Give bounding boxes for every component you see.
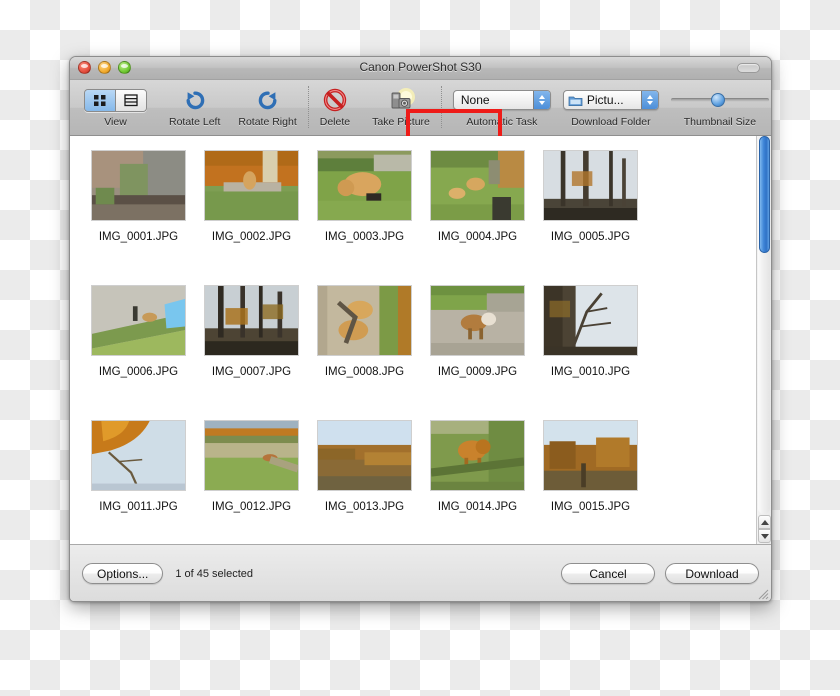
download-button[interactable]: Download: [665, 563, 759, 584]
thumbnail-image[interactable]: [430, 285, 525, 356]
no-entry-icon: [323, 86, 347, 114]
main-toolbar: View Rotate Left Rotate Right Delete Tak…: [70, 80, 771, 164]
thumbnail-cell[interactable]: IMG_0014.JPG: [421, 420, 534, 544]
toolbar-label-download-folder: Download Folder: [571, 116, 651, 128]
toolbar-item-thumbnail-size[interactable]: Thumbnail Size: [665, 84, 771, 134]
thumbnail-image[interactable]: [91, 285, 186, 356]
thumbnail-image[interactable]: [317, 150, 412, 221]
thumbnail-filename: IMG_0006.JPG: [98, 366, 179, 378]
thumbnail-filename: IMG_0003.JPG: [324, 231, 405, 243]
thumbnail-filename: IMG_0012.JPG: [211, 501, 292, 513]
selection-status: 1 of 45 selected: [175, 567, 254, 580]
thumbnail-cell[interactable]: IMG_0002.JPG: [195, 150, 308, 285]
rotate-left-icon: [182, 86, 208, 114]
toolbar-item-download-folder[interactable]: Pictu... Download Folder: [557, 84, 665, 134]
view-list-segment[interactable]: [115, 89, 146, 111]
thumbnail-image[interactable]: [430, 150, 525, 221]
thumbnail-grid[interactable]: IMG_0001.JPG IMG_0002.JPG IMG_0003.JPG IMG_…: [70, 136, 756, 544]
toolbar-item-rotate-left[interactable]: Rotate Left: [163, 84, 226, 134]
resize-grip[interactable]: [756, 587, 769, 600]
toolbar-label-take-picture: Take Picture: [372, 116, 430, 128]
toolbar-label-rotate-right: Rotate Right: [238, 116, 297, 128]
thumbnail-image[interactable]: [91, 150, 186, 221]
thumbnail-cell[interactable]: IMG_0004.JPG: [421, 150, 534, 285]
chevron-updown-icon: [532, 91, 550, 109]
thumbnail-cell[interactable]: IMG_0007.JPG: [195, 285, 308, 420]
rotate-right-icon: [255, 86, 281, 114]
thumbnail-image[interactable]: [204, 285, 299, 356]
thumbnail-image[interactable]: [317, 420, 412, 491]
options-button[interactable]: Options...: [82, 563, 164, 584]
thumbnail-cell[interactable]: IMG_0006.JPG: [82, 285, 195, 420]
thumbnail-image[interactable]: [91, 420, 186, 491]
download-folder-value: Pictu...: [586, 93, 624, 107]
toolbar-label-automatic-task: Automatic Task: [466, 116, 538, 128]
thumbnail-image[interactable]: [543, 150, 638, 221]
thumbnail-filename: IMG_0013.JPG: [324, 501, 405, 513]
thumbnail-filename: IMG_0007.JPG: [211, 366, 292, 378]
chevron-updown-icon-2: [640, 91, 658, 109]
toolbar-toggle-pill[interactable]: [737, 63, 760, 73]
toolbar-item-view[interactable]: View: [78, 84, 153, 134]
toolbar-label-thumbnail-size: Thumbnail Size: [683, 116, 757, 128]
automatic-task-value: None: [460, 93, 490, 107]
thumbnail-filename: IMG_0005.JPG: [550, 231, 631, 243]
thumbnail-cell[interactable]: IMG_0013.JPG: [308, 420, 421, 544]
thumbnail-filename: IMG_0008.JPG: [324, 366, 405, 378]
toolbar-item-rotate-right[interactable]: Rotate Right: [232, 84, 302, 134]
toolbar-item-delete[interactable]: Delete: [314, 84, 356, 134]
thumbnail-cell[interactable]: IMG_0008.JPG: [308, 285, 421, 420]
vertical-scrollbar[interactable]: [756, 136, 771, 544]
window-title: Canon PowerShot S30: [359, 60, 482, 74]
thumbnail-image[interactable]: [204, 420, 299, 491]
thumbnail-filename: IMG_0001.JPG: [98, 231, 179, 243]
scroll-down-arrow-icon[interactable]: [758, 529, 771, 543]
thumbnail-cell[interactable]: IMG_0005.JPG: [534, 150, 647, 285]
thumbnail-image[interactable]: [543, 285, 638, 356]
thumbnail-filename: IMG_0015.JPG: [550, 501, 631, 513]
footer-actions: Cancel Download: [561, 563, 759, 584]
scroll-up-arrow-icon[interactable]: [758, 515, 771, 529]
toolbar-separator: [307, 86, 309, 128]
thumbnail-size-slider[interactable]: [670, 90, 769, 110]
folder-icon: [568, 94, 583, 107]
thumbnail-cell[interactable]: IMG_0011.JPG: [82, 420, 195, 544]
thumbnail-filename: IMG_0009.JPG: [437, 366, 518, 378]
thumbnail-image[interactable]: [430, 420, 525, 491]
grid-list-segmented-icon: [84, 86, 147, 114]
thumbnail-filename: IMG_0014.JPG: [437, 501, 518, 513]
thumbnail-cell[interactable]: IMG_0015.JPG: [534, 420, 647, 544]
thumbnail-image[interactable]: [204, 150, 299, 221]
toolbar-item-automatic-task[interactable]: None Automatic Task: [447, 84, 557, 134]
automatic-task-popup[interactable]: None: [452, 90, 551, 110]
toolbar-label-delete: Delete: [319, 116, 351, 128]
scrollbar-track[interactable]: [758, 136, 770, 514]
toolbar-separator-2: [440, 86, 442, 128]
cancel-button[interactable]: Cancel: [561, 563, 655, 584]
scrollbar-thumb[interactable]: [759, 136, 770, 254]
toolbar-label-rotate-left: Rotate Left: [169, 116, 221, 128]
thumbnail-cell[interactable]: IMG_0010.JPG: [534, 285, 647, 420]
thumbnail-filename: IMG_0011.JPG: [99, 501, 178, 513]
thumbnail-cell[interactable]: IMG_0012.JPG: [195, 420, 308, 544]
slider-knob[interactable]: [710, 93, 725, 107]
download-folder-popup[interactable]: Pictu...: [562, 90, 659, 110]
image-capture-window: Canon PowerShot S30 View Rotate Left Rot…: [69, 56, 772, 602]
thumbnail-filename: IMG_0002.JPG: [211, 231, 292, 243]
thumbnail-image[interactable]: [317, 285, 412, 356]
toolbar-label-view: View: [104, 116, 127, 128]
camera-icon: [386, 86, 416, 114]
window-footer: Options... 1 of 45 selected Cancel Downl…: [70, 544, 771, 601]
thumbnail-browser: IMG_0001.JPG IMG_0002.JPG IMG_0003.JPG IMG_…: [70, 136, 771, 544]
thumbnail-filename: IMG_0010.JPG: [550, 366, 631, 378]
view-grid-segment[interactable]: [85, 89, 115, 111]
thumbnail-cell[interactable]: IMG_0003.JPG: [308, 150, 421, 285]
thumbnail-cell[interactable]: IMG_0001.JPG: [82, 150, 195, 285]
thumbnail-cell[interactable]: IMG_0009.JPG: [421, 285, 534, 420]
window-titlebar[interactable]: Canon PowerShot S30: [70, 57, 771, 80]
toolbar-item-take-picture[interactable]: Take Picture: [366, 84, 436, 134]
thumbnail-image[interactable]: [543, 420, 638, 491]
thumbnail-filename: IMG_0004.JPG: [437, 231, 518, 243]
